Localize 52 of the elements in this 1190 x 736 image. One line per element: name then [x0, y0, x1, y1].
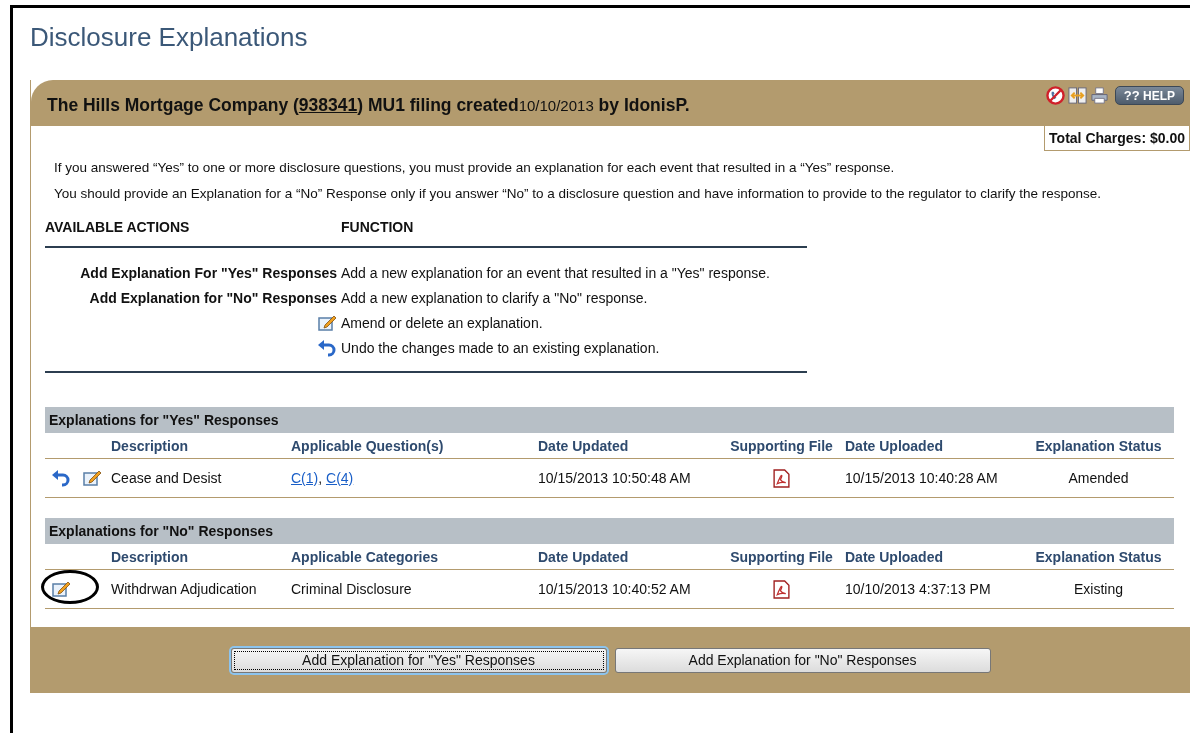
column-heading: AVAILABLE ACTIONS	[45, 219, 191, 235]
table-cell-text: 10/15/2013 10:50:48 AM	[538, 470, 692, 486]
section-header: Explanations for "No" Responses	[45, 518, 1174, 544]
help-button[interactable]: ?? HELP	[1114, 86, 1184, 105]
table-cell-text: Criminal Disclosure	[291, 581, 413, 597]
table-cell-text: 10/15/2013 10:40:28 AM	[845, 470, 999, 486]
undo-icon	[317, 337, 337, 358]
section-header: Explanations for "Yes" Responses	[45, 407, 1174, 433]
instruction-text: If you answered “Yes” to one or more disclosure questions, you must provide an explanation for each event that resulted in a “Yes” response.	[54, 159, 896, 176]
function-text: Add a new explanation to clarify a "No" response.	[340, 289, 648, 306]
column-heading: Date Updated	[538, 548, 630, 565]
function-text: Undo the changes made to an existing explanation.	[340, 339, 660, 356]
add-explanation-button[interactable]: Add Explanation for "No" Responses	[614, 647, 991, 673]
function-text: Amend or delete an explanation.	[340, 314, 543, 331]
column-heading: Description	[111, 548, 189, 565]
add-explanation-button[interactable]: Add Explanation for "Yes" Responses	[230, 647, 607, 673]
column-heading: Applicable Categories	[291, 548, 440, 565]
table-cell-text: Existing	[1073, 581, 1124, 597]
column-heading: FUNCTION	[340, 219, 414, 235]
printer-icon[interactable]	[1089, 86, 1109, 105]
pdf-file-icon[interactable]	[773, 579, 790, 599]
instruction-text: You should provide an Explanation for a “No” Response only if you answer “No” to a disclosure question and have information to provide to the regulator to clarify the response.	[54, 185, 1103, 202]
table-cell-text: 10/15/2013 10:40:52 AM	[538, 581, 692, 597]
compare-documents-icon[interactable]	[1067, 86, 1087, 105]
edit-icon[interactable]	[82, 468, 102, 488]
function-text: Add a new explanation for an event that resulted in a "Yes" response.	[340, 264, 770, 281]
separator-text: ,	[318, 470, 324, 486]
total-charges: Total Charges: $0.00	[1044, 126, 1190, 151]
table-cell-text: Cease and Desist	[111, 470, 223, 486]
undo-icon[interactable]	[51, 468, 71, 488]
action-name: Add Explanation For "Yes" Responses	[80, 264, 337, 281]
column-heading: Explanation Status	[1034, 437, 1163, 454]
column-heading: Explanation Status	[1034, 548, 1163, 565]
page-title: Disclosure Explanations	[29, 21, 309, 54]
pdf-file-icon[interactable]	[773, 468, 790, 488]
column-heading: Supporting File	[729, 437, 834, 454]
column-heading: Description	[111, 437, 189, 454]
action-name: Add Explanation for "No" Responses	[89, 289, 337, 306]
question-link[interactable]: C(4)	[326, 470, 354, 486]
column-heading: Date Uploaded	[845, 548, 944, 565]
column-heading: Date Uploaded	[845, 437, 944, 454]
table-cell-text: Withdrwan Adjudication	[111, 581, 258, 597]
table-cell-text: Amended	[1067, 470, 1130, 486]
filing-id-link[interactable]: 938341	[298, 95, 358, 115]
column-heading: Applicable Question(s)	[291, 437, 445, 454]
no-phone-icon[interactable]	[1045, 86, 1065, 105]
column-heading: Supporting File	[729, 548, 834, 565]
annotation-circle	[41, 570, 99, 604]
table-cell-text: 10/10/2013 4:37:13 PM	[845, 581, 992, 597]
edit-icon[interactable]	[51, 579, 71, 599]
column-heading: Date Updated	[538, 437, 630, 454]
filing-heading: The Hills Mortgage Company (938341) MU1 filing created10/10/2013 by IdonisP.	[47, 94, 690, 116]
